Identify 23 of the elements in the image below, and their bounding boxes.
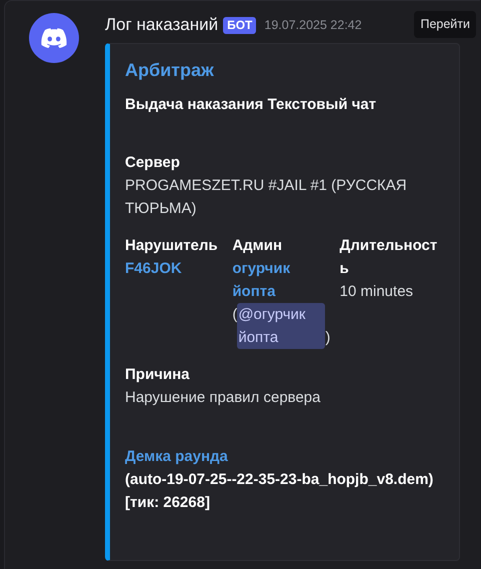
field-title: Причина xyxy=(125,365,190,385)
field-value: (auto-19-07-25--22-35-23-ba_hopjb_v8.dem) [тик: 26268] xyxy=(125,470,434,513)
field-title: Длительность xyxy=(340,236,438,279)
field-title-link[interactable]: Демка раунда xyxy=(125,445,447,468)
embed-author[interactable]: Арбитраж xyxy=(125,56,447,84)
jump-button[interactable]: Перейти xyxy=(414,11,476,38)
controller-logo-icon xyxy=(41,28,67,48)
field-title: Нарушитель xyxy=(125,236,219,256)
timestamp: 19.07.2025 22:42 xyxy=(264,16,362,34)
field-value: ( xyxy=(232,305,238,325)
field-title: Сервер xyxy=(125,153,181,173)
user-link[interactable]: F46JOK xyxy=(125,257,217,280)
field-value: PROGAMESZET.RU #JAIL #1 (РУССКАЯ ТЮРЬМА) xyxy=(125,176,408,219)
field-value: 10 minutes xyxy=(340,282,414,302)
embed-title: Выдача наказания Текстовый чат xyxy=(125,95,378,115)
user-link[interactable]: огурчик йопта xyxy=(232,257,324,303)
author-name[interactable]: Лог наказаний xyxy=(105,12,218,38)
user-mention[interactable]: @огурчик йопта xyxy=(237,303,326,349)
bot-tag: БОТ xyxy=(223,16,256,34)
field-title: Админ xyxy=(232,236,284,256)
field-value: ) xyxy=(325,328,330,348)
field-value: Нарушение правил сервера xyxy=(125,388,320,408)
bot-avatar[interactable] xyxy=(29,13,79,63)
